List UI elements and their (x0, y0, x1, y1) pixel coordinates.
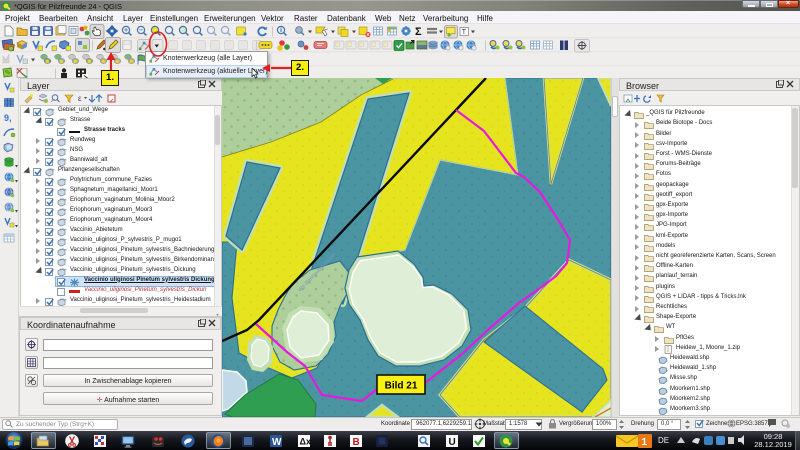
svg-text:+: + (124, 27, 128, 34)
svg-text:U: U (449, 437, 456, 448)
svg-text:Bild 21: Bild 21 (385, 381, 418, 392)
svg-text:i: i (280, 27, 282, 34)
svg-text:Σ: Σ (415, 26, 422, 38)
svg-text:1: 1 (642, 437, 648, 448)
svg-text:B: B (353, 437, 360, 448)
svg-text:Δx: Δx (300, 437, 311, 447)
svg-text:−: − (139, 27, 143, 34)
svg-text:ε: ε (78, 94, 82, 103)
svg-text:9,: 9, (4, 113, 12, 123)
svg-text:W: W (272, 437, 282, 448)
svg-text:T: T (462, 29, 467, 36)
